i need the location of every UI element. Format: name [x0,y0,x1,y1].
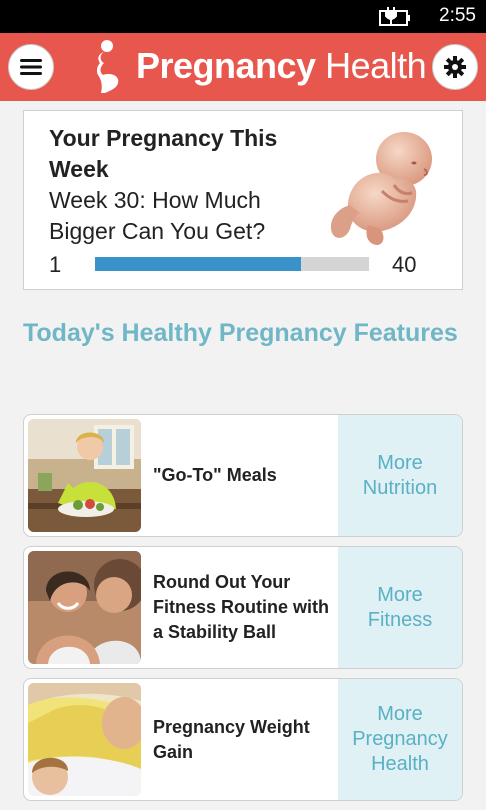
app-title: Pregnancy Health [136,45,427,87]
feature-card-weight-gain[interactable]: Pregnancy Weight Gain More Pregnancy Hea… [23,678,463,801]
battery-charging-icon [379,7,410,26]
pregnancy-progress-fill [95,257,301,271]
app-header: Pregnancy Health [0,33,486,101]
feature-card-fitness[interactable]: Round Out Your Fitness Routine with a St… [23,546,463,669]
app-title-light: Health [325,45,427,86]
feature-thumbnail-pregnant-woman [28,683,141,796]
feature-thumbnail-fitness [28,551,141,664]
app-title-bold: Pregnancy [136,45,316,86]
more-pregnancy-health-button[interactable]: More Pregnancy Health [338,679,462,800]
gear-icon [444,56,466,78]
more-nutrition-button[interactable]: More Nutrition [338,415,462,536]
feature-card-meals[interactable]: "Go-To" Meals More Nutrition [23,414,463,537]
feature-thumbnail-cooking [28,419,141,532]
pregnancy-progress-bar [95,257,369,271]
hamburger-icon [20,59,42,75]
more-fitness-button[interactable]: More Fitness [338,547,462,668]
features-heading: Today's Healthy Pregnancy Features [23,319,458,347]
fetus-illustration [330,132,432,245]
status-time: 2:55 [439,5,476,26]
week-progress-card[interactable]: Your Pregnancy This Week Week 30: How Mu… [23,110,463,290]
menu-button[interactable] [8,44,54,90]
feature-title: "Go-To" Meals [153,465,277,485]
progress-end-label: 40 [392,252,417,277]
settings-button[interactable] [432,44,478,90]
status-bar: 2:55 [0,0,486,33]
pregnant-silhouette-logo-icon [96,40,119,93]
week-card-title: Your Pregnancy This Week [49,125,278,182]
week-card-subtitle: Week 30: How Much Bigger Can You Get? [49,187,266,244]
progress-start-label: 1 [49,252,62,277]
feature-title: Round Out Your Fitness Routine with a St… [153,572,330,642]
feature-title: Pregnancy Weight Gain [153,716,310,762]
